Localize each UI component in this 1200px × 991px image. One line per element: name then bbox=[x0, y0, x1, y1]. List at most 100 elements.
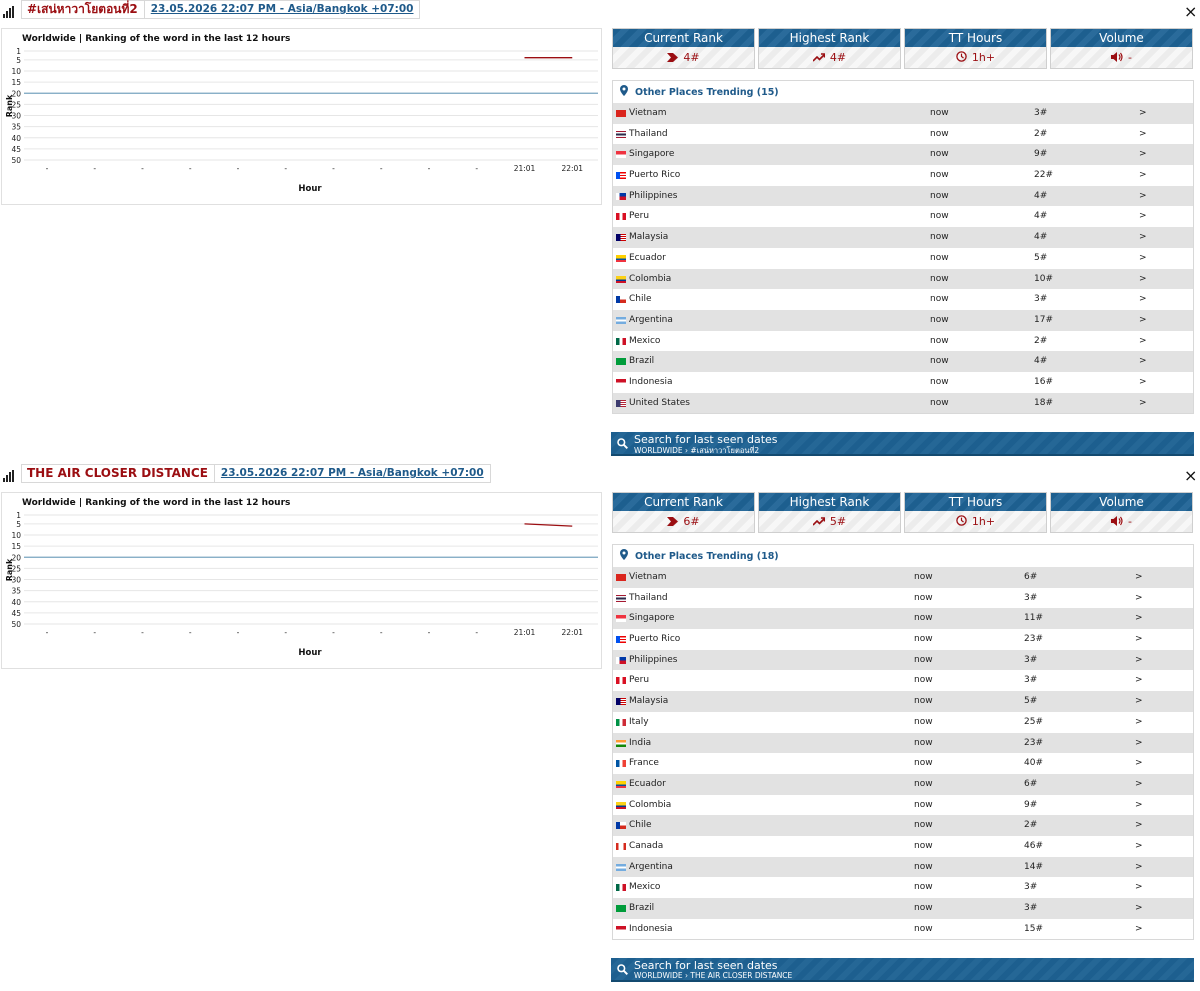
place-row[interactable]: Thailand now 3# > bbox=[613, 588, 1193, 609]
chevron-right-icon[interactable]: > bbox=[1139, 144, 1147, 165]
chevron-right-icon[interactable]: > bbox=[1139, 186, 1147, 207]
place-row[interactable]: Singapore now 11# > bbox=[613, 608, 1193, 630]
place-row[interactable]: Brazil now 3# > bbox=[613, 898, 1193, 919]
close-icon[interactable]: × bbox=[1184, 468, 1197, 484]
place-rank: 3# bbox=[1024, 675, 1038, 686]
place-row[interactable]: Vietnam now 6# > bbox=[613, 567, 1193, 588]
place-rank: 23# bbox=[1024, 634, 1043, 645]
x-tick-label: - bbox=[284, 628, 287, 637]
place-country: Brazil bbox=[629, 903, 655, 913]
chevron-right-icon[interactable]: > bbox=[1139, 331, 1147, 352]
chevron-right-icon[interactable]: > bbox=[1135, 629, 1143, 650]
chevron-right-icon[interactable]: > bbox=[1139, 269, 1147, 290]
place-row[interactable]: Ecuador now 5# > bbox=[613, 248, 1193, 269]
chevron-right-icon[interactable]: > bbox=[1135, 774, 1143, 795]
flag-icon bbox=[616, 925, 626, 933]
chevron-right-icon[interactable]: > bbox=[1135, 857, 1143, 878]
place-row[interactable]: India now 23# > bbox=[613, 732, 1193, 754]
rank-chart: 15101520253035404550- - - - - - - - - -21:01 22:01… bbox=[5, 47, 598, 194]
place-row[interactable]: Colombia now 10# > bbox=[613, 268, 1193, 290]
chevron-right-icon[interactable]: > bbox=[1135, 588, 1143, 609]
place-row[interactable]: Argentina now 14# > bbox=[613, 856, 1193, 878]
place-row[interactable]: Peru now 4# > bbox=[613, 206, 1193, 227]
place-row[interactable]: Singapore now 9# > bbox=[613, 144, 1193, 166]
chevron-right-icon[interactable]: > bbox=[1139, 124, 1147, 145]
place-row[interactable]: Philippines now 4# > bbox=[613, 185, 1193, 207]
place-rank: 5# bbox=[1034, 252, 1048, 263]
place-when: now bbox=[914, 592, 933, 603]
place-row[interactable]: Malaysia now 5# > bbox=[613, 691, 1193, 712]
chevron-right-icon[interactable]: > bbox=[1139, 165, 1147, 186]
place-country: Peru bbox=[629, 211, 650, 222]
search-last-seen-button[interactable]: Search for last seen dates WORLDWIDE › T… bbox=[611, 958, 1194, 982]
place-row[interactable]: Puerto Rico now 22# > bbox=[613, 165, 1193, 186]
x-tick-label: - bbox=[428, 628, 431, 637]
y-axis-label: Rank bbox=[5, 94, 14, 117]
x-tick-label: - bbox=[380, 164, 383, 173]
chevron-right-icon[interactable]: > bbox=[1139, 310, 1147, 331]
other-places-panel: Other Places Trending (15) Vietnam now 3# >… bbox=[612, 80, 1194, 415]
chevron-right-icon[interactable]: > bbox=[1135, 608, 1143, 629]
place-row[interactable]: Italy now 25# > bbox=[613, 712, 1193, 733]
trend-datetime-link[interactable]: 23.05.2026 22:07 PM - Asia/Bangkok +07:0… bbox=[143, 1, 420, 18]
place-row[interactable]: Indonesia now 16# > bbox=[613, 372, 1193, 393]
place-row[interactable]: Brazil now 4# > bbox=[613, 351, 1193, 372]
place-row[interactable]: Canada now 46# > bbox=[613, 836, 1193, 857]
chevron-right-icon[interactable]: > bbox=[1139, 289, 1147, 310]
chevron-right-icon[interactable]: > bbox=[1135, 712, 1143, 733]
chevron-right-icon[interactable]: > bbox=[1139, 372, 1147, 393]
place-row[interactable]: Philippines now 3# > bbox=[613, 649, 1193, 671]
chevron-right-icon[interactable]: > bbox=[1139, 351, 1147, 372]
chevron-right-icon[interactable]: > bbox=[1139, 206, 1147, 227]
chevron-right-icon[interactable]: > bbox=[1135, 733, 1143, 754]
chevron-right-icon[interactable]: > bbox=[1135, 815, 1143, 836]
trend-datetime-link[interactable]: 23.05.2026 22:07 PM - Asia/Bangkok +07:0… bbox=[213, 465, 490, 482]
place-row[interactable]: Argentina now 17# > bbox=[613, 309, 1193, 331]
place-country: France bbox=[629, 758, 659, 769]
place-rank: 15# bbox=[1024, 923, 1043, 934]
place-row[interactable]: Vietnam now 3# > bbox=[613, 103, 1193, 124]
place-row[interactable]: Malaysia now 4# > bbox=[613, 227, 1193, 248]
chevron-right-icon[interactable]: > bbox=[1135, 650, 1143, 671]
place-row[interactable]: Ecuador now 6# > bbox=[613, 773, 1193, 795]
chevron-right-icon[interactable]: > bbox=[1135, 795, 1143, 816]
stat-current-rank: Current Rank 4# bbox=[612, 28, 755, 69]
flag-icon bbox=[616, 254, 626, 262]
place-row[interactable]: Puerto Rico now 23# > bbox=[613, 629, 1193, 650]
flag-icon bbox=[616, 801, 626, 809]
place-rank: 3# bbox=[1024, 654, 1038, 665]
place-row[interactable]: Indonesia now 15# > bbox=[613, 919, 1193, 940]
place-row[interactable]: Chile now 3# > bbox=[613, 289, 1193, 310]
chevron-right-icon[interactable]: > bbox=[1135, 691, 1143, 712]
place-row[interactable]: Thailand now 2# > bbox=[613, 124, 1193, 145]
place-row[interactable]: Colombia now 9# > bbox=[613, 795, 1193, 816]
stat-label: Highest Rank bbox=[759, 29, 900, 47]
place-rank: 46# bbox=[1024, 840, 1043, 851]
chevron-right-icon[interactable]: > bbox=[1135, 670, 1143, 691]
place-country: Ecuador bbox=[629, 252, 666, 263]
chevron-right-icon[interactable]: > bbox=[1135, 898, 1143, 919]
place-row[interactable]: Mexico now 2# > bbox=[613, 331, 1193, 352]
place-row[interactable]: United States now 18# > bbox=[613, 392, 1193, 414]
search-last-seen-button[interactable]: Search for last seen dates WORLDWIDE › #… bbox=[611, 432, 1194, 456]
chevron-right-icon[interactable]: > bbox=[1135, 877, 1143, 898]
place-rank: 2# bbox=[1034, 128, 1048, 139]
chevron-right-icon[interactable]: > bbox=[1135, 836, 1143, 857]
place-row[interactable]: France now 40# > bbox=[613, 753, 1193, 774]
map-pin-icon bbox=[620, 85, 628, 99]
map-pin-icon bbox=[620, 549, 628, 563]
place-row[interactable]: Chile now 2# > bbox=[613, 815, 1193, 836]
chevron-right-icon[interactable]: > bbox=[1139, 248, 1147, 269]
place-row[interactable]: Mexico now 3# > bbox=[613, 877, 1193, 898]
chevron-right-icon[interactable]: > bbox=[1139, 103, 1147, 124]
chevron-right-icon[interactable]: > bbox=[1135, 753, 1143, 774]
place-row[interactable]: Peru now 3# > bbox=[613, 670, 1193, 691]
y-tick-label: 35 bbox=[11, 123, 21, 132]
chevron-right-icon[interactable]: > bbox=[1139, 393, 1147, 414]
flag-icon bbox=[616, 884, 626, 892]
place-when: now bbox=[930, 170, 949, 181]
close-icon[interactable]: × bbox=[1184, 4, 1197, 20]
chevron-right-icon[interactable]: > bbox=[1135, 567, 1143, 588]
chevron-right-icon[interactable]: > bbox=[1135, 919, 1143, 940]
chevron-right-icon[interactable]: > bbox=[1139, 227, 1147, 248]
